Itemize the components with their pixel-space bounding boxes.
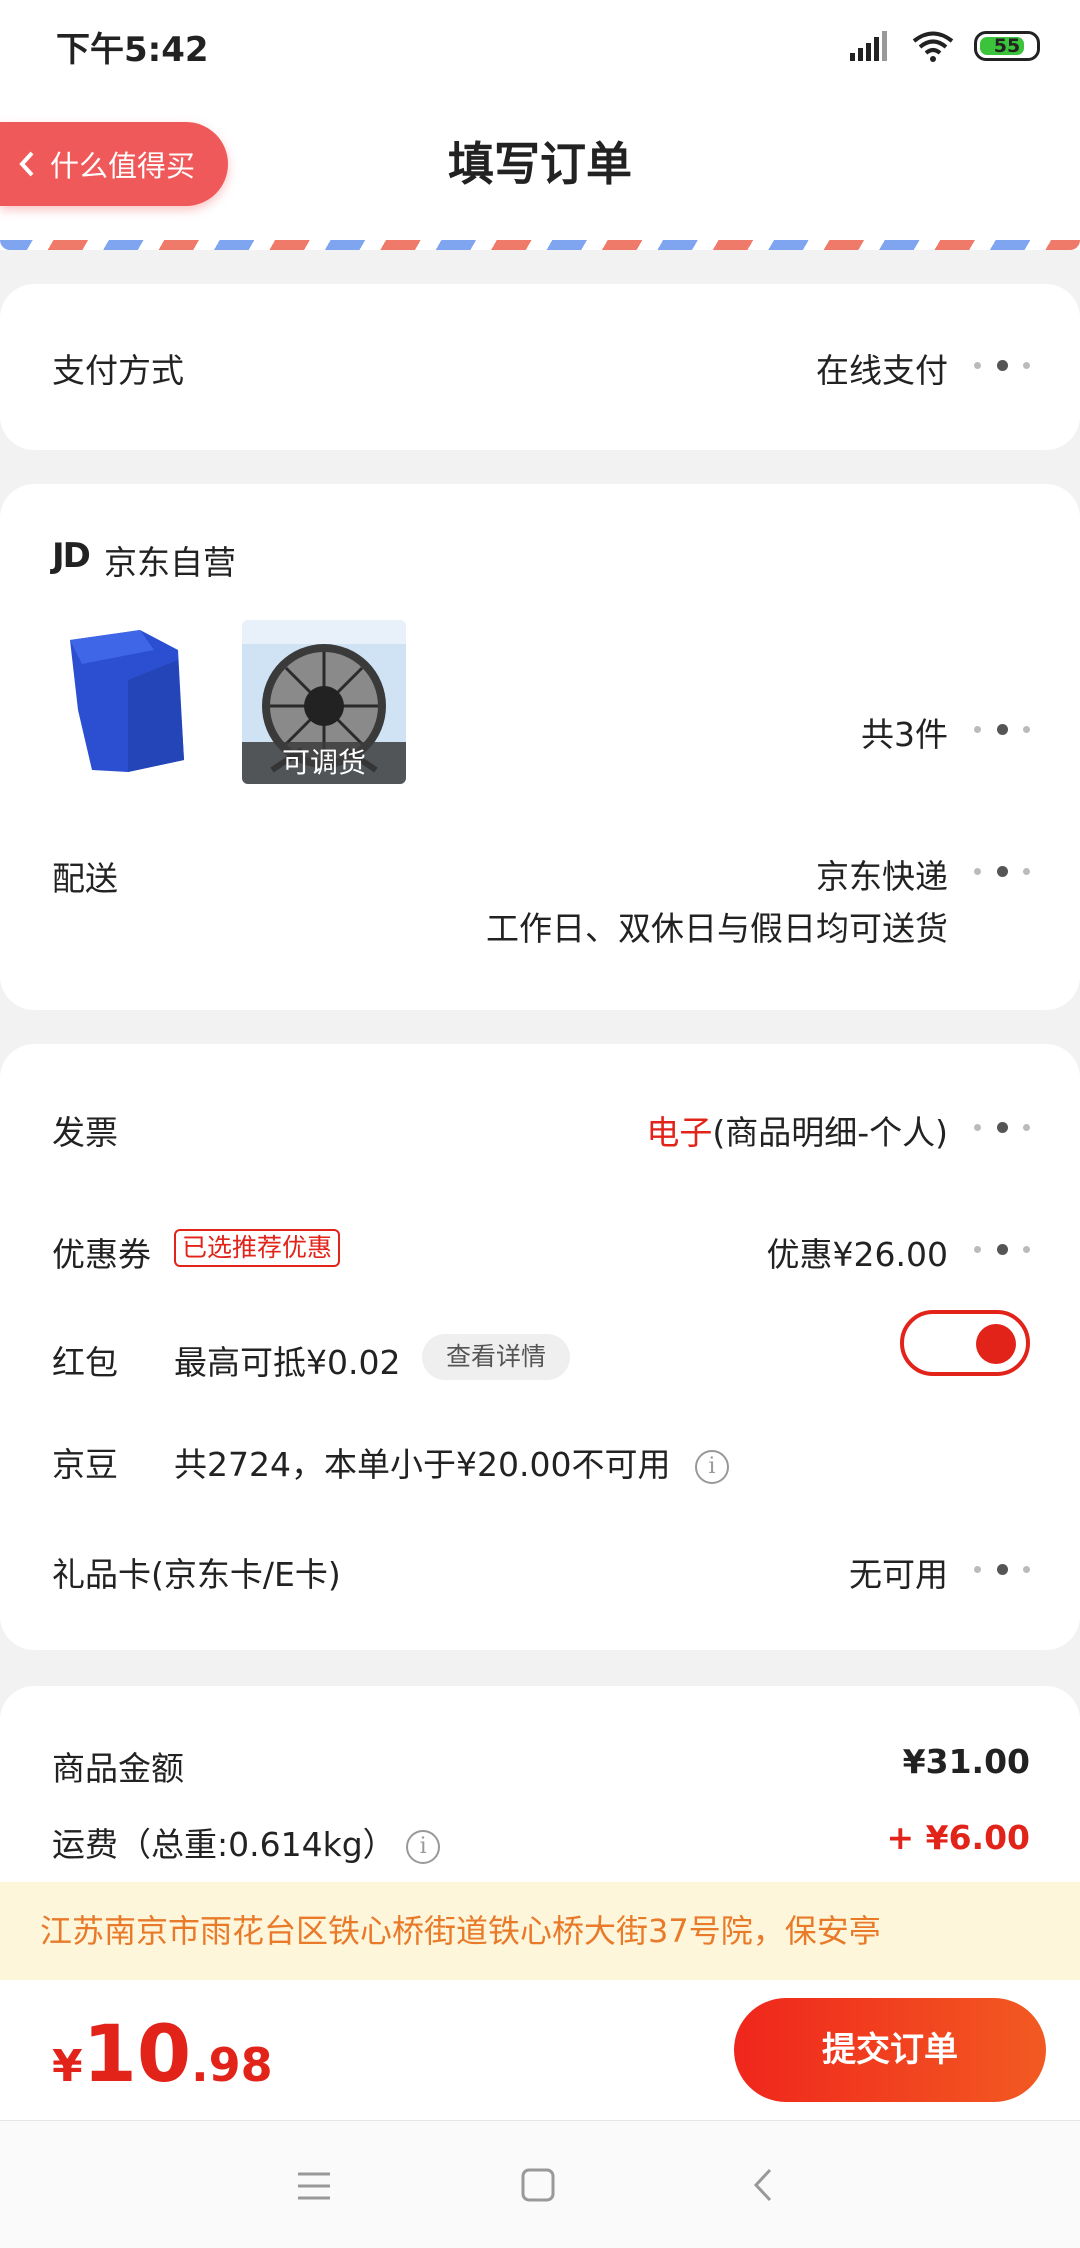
- info-icon[interactable]: i: [694, 1449, 729, 1484]
- wifi-icon: [912, 31, 954, 62]
- invoice-detail: (商品明细-个人): [712, 1113, 948, 1152]
- delivery-label: 配送: [52, 859, 118, 898]
- menu-icon[interactable]: [296, 2171, 332, 2201]
- red-packet-label: 红包: [52, 1343, 118, 1382]
- goods-amount-value: ¥31.00: [902, 1742, 1030, 1781]
- gift-card-label: 礼品卡(京东卡/E卡): [52, 1555, 341, 1594]
- info-icon[interactable]: i: [406, 1829, 441, 1864]
- more-icon[interactable]: [974, 864, 1030, 878]
- discounts-card: 发票 电子(商品明细-个人) 优惠券 已选推荐优惠 优惠¥26.00 红包 最高…: [0, 1044, 1080, 1650]
- red-packet-max: 最高可抵¥0.02: [174, 1343, 401, 1382]
- more-icon[interactable]: [974, 1562, 1030, 1576]
- coupon-label: 优惠券: [52, 1235, 151, 1274]
- coupon-recommended-tag: 已选推荐优惠: [174, 1229, 341, 1267]
- invoice-label: 发票: [52, 1113, 118, 1152]
- store-name: 京东自营: [104, 543, 236, 582]
- red-packet-detail-button[interactable]: 查看详情: [422, 1334, 570, 1380]
- beans-text: 共2724，本单小于¥20.00不可用 i: [174, 1438, 729, 1486]
- payment-card[interactable]: 支付方式 在线支付: [0, 284, 1080, 450]
- more-icon[interactable]: [974, 358, 1030, 372]
- status-icons: 55: [850, 24, 1040, 68]
- adjust-stock-tag: 可调货: [242, 742, 406, 784]
- back-icon[interactable]: [750, 2167, 776, 2203]
- payment-value: 在线支付: [816, 351, 948, 390]
- header: 什么值得买 填写订单: [0, 90, 1080, 250]
- more-icon[interactable]: [974, 1242, 1030, 1256]
- toggle-knob: [976, 1324, 1016, 1364]
- more-icon[interactable]: [974, 1120, 1030, 1134]
- towel-image: [58, 620, 222, 784]
- shipping-value: + ¥6.00: [886, 1818, 1030, 1857]
- product-thumb-towel[interactable]: [58, 620, 222, 784]
- signal-icon: [850, 31, 887, 61]
- status-bar: 下午5:42 55: [0, 0, 1080, 90]
- delivery-method[interactable]: 京东快递: [816, 850, 948, 898]
- invoice-value[interactable]: 电子(商品明细-个人): [646, 1106, 948, 1154]
- item-count: 共3件: [861, 715, 948, 754]
- coupon-value[interactable]: 优惠¥26.00: [767, 1228, 948, 1276]
- payment-label: 支付方式: [52, 351, 184, 390]
- home-icon[interactable]: [520, 2167, 556, 2203]
- status-time: 下午5:42: [56, 30, 209, 70]
- shipping-label: 运费（总重:0.614kg） i: [52, 1818, 441, 1866]
- system-nav-bar: [0, 2120, 1080, 2248]
- beans-label: 京豆: [52, 1445, 118, 1484]
- battery-icon: 55: [974, 31, 1040, 61]
- delivery-note: 工作日、双休日与假日均可送货: [486, 909, 948, 948]
- invoice-type: 电子: [646, 1113, 713, 1152]
- jd-logo: JD: [52, 536, 91, 576]
- page-title: 填写订单: [448, 137, 632, 191]
- gift-card-value[interactable]: 无可用: [849, 1548, 948, 1596]
- airmail-border: [0, 240, 1080, 250]
- product-thumb-fan[interactable]: 可调货: [242, 620, 406, 784]
- goods-amount-label: 商品金额: [52, 1749, 184, 1788]
- red-packet-toggle[interactable]: [900, 1310, 1030, 1376]
- more-icon[interactable]: [974, 722, 1030, 736]
- shipping-address-bar[interactable]: 江苏南京市雨花台区铁心桥街道铁心桥大街37号院，保安亭: [0, 1882, 1080, 1980]
- total-price: ¥10.98: [52, 2010, 273, 2100]
- bottom-bar: ¥10.98 提交订单: [0, 1980, 1080, 2120]
- submit-order-button[interactable]: 提交订单: [734, 1998, 1046, 2102]
- store-card: JD 京东自营 可调货 共3件 配送 京东快递 工作日、双休日与假日均可送货: [0, 484, 1080, 1010]
